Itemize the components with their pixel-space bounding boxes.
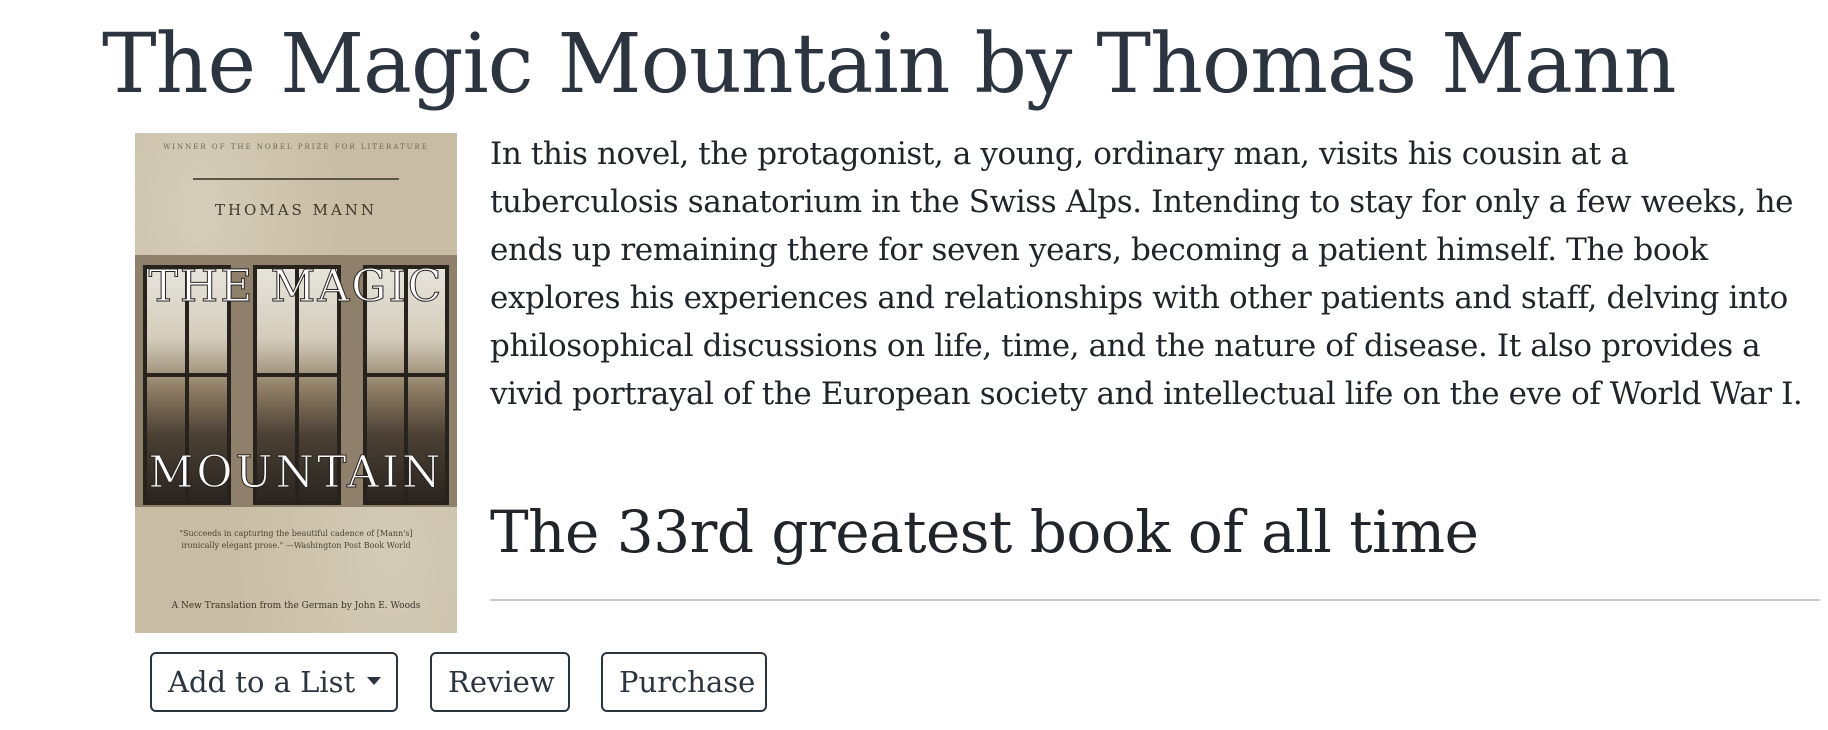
cover-quote: "Succeeds in capturing the beautiful cad…	[179, 529, 413, 550]
cover-title-line-1: THE MAGIC	[148, 261, 444, 313]
page-title: The Magic Mountain by Thomas Mann	[102, 17, 1677, 112]
cover-translation-credit: A New Translation from the German by Joh…	[171, 601, 421, 611]
book-description: In this novel, the protagonist, a young,…	[490, 136, 1803, 412]
divider	[490, 599, 1820, 601]
cover-rule	[193, 178, 399, 180]
cover-author: THOMAS MANN	[214, 201, 378, 219]
book-rank-heading: The 33rd greatest book of all time	[490, 498, 1479, 566]
cover-title-line-2: MOUNTAIN	[148, 447, 444, 499]
add-to-list-label: Add to a List	[168, 665, 356, 699]
add-to-list-dropdown-button[interactable]: Add to a List	[150, 652, 398, 712]
review-label: Review	[448, 665, 555, 699]
review-button[interactable]: Review	[430, 652, 570, 712]
cover-award-line: Winner of the Nobel Prize for Literature	[163, 143, 429, 151]
caret-down-icon	[367, 677, 382, 685]
book-cover-image: Winner of the Nobel Prize for Literature…	[135, 133, 457, 633]
purchase-button[interactable]: Purchase	[601, 652, 767, 712]
purchase-label: Purchase	[619, 665, 756, 699]
